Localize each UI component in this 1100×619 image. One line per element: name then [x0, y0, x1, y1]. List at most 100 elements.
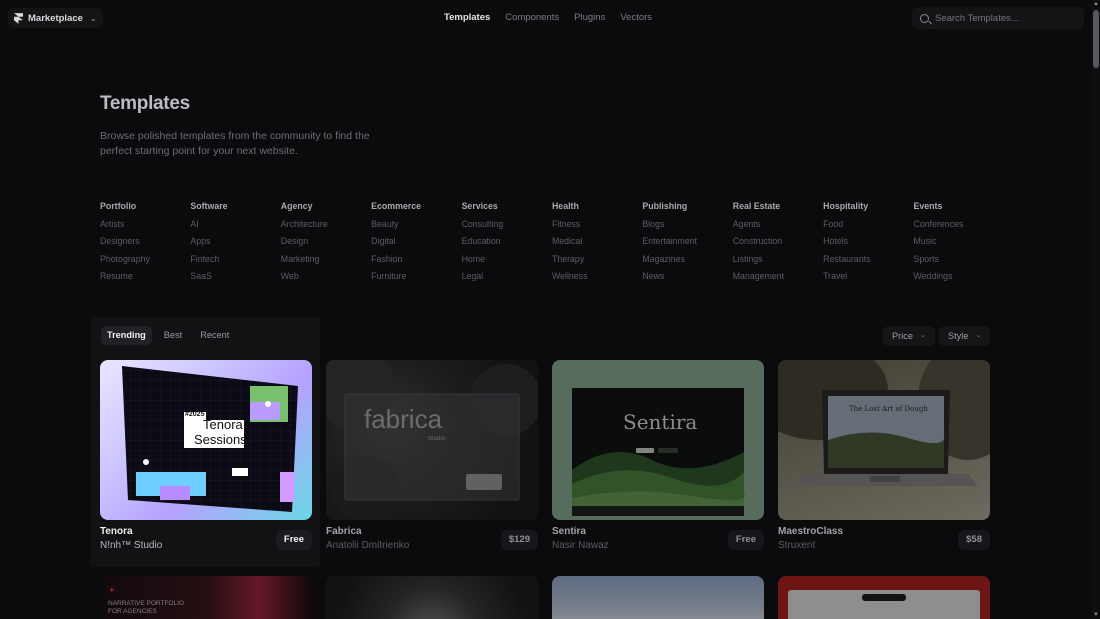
template-meta: Fabrica Anatolii Dmitrienko $129 [326, 526, 538, 564]
page-title: Templates [100, 93, 190, 114]
page-scrollbar[interactable]: ▲ ▼ [1092, 0, 1100, 619]
category-link[interactable]: Furniture [371, 270, 461, 288]
category-heading[interactable]: Real Estate [733, 200, 823, 218]
category-link[interactable]: Weddings [914, 270, 1004, 288]
category-link[interactable]: News [642, 270, 732, 288]
template-thumbnail[interactable]: ✦ NARRATIVE PORTFOLIO FOR AGENCIES [100, 576, 312, 619]
category-link[interactable]: Architecture [281, 218, 371, 236]
category-column: Health Fitness Medical Therapy Wellness [552, 200, 642, 288]
top-bar: Marketplace ⌄ Templates Components Plugi… [0, 0, 1092, 36]
template-thumbnail[interactable] [326, 576, 538, 619]
category-heading[interactable]: Events [914, 200, 1004, 218]
price-dropdown-label: Price [892, 331, 913, 341]
category-heading[interactable]: Health [552, 200, 642, 218]
category-link[interactable]: Blogs [642, 218, 732, 236]
category-link[interactable]: Construction [733, 235, 823, 253]
category-link[interactable]: Legal [462, 270, 552, 288]
search-box[interactable] [912, 7, 1084, 29]
category-column: Portfolio Artists Designers Photography … [100, 200, 190, 288]
template-meta: Sentira Nasir Nawaz Free [552, 526, 764, 564]
price-dropdown[interactable]: Price ⌄ [883, 326, 935, 346]
category-column: Real Estate Agents Construction Listings… [733, 200, 823, 288]
category-heading[interactable]: Ecommerce [371, 200, 461, 218]
category-link[interactable]: Design [281, 235, 371, 253]
category-link[interactable]: Fashion [371, 253, 461, 271]
category-heading[interactable]: Services [462, 200, 552, 218]
category-column: Events Conferences Music Sports Weddings [914, 200, 1004, 288]
template-thumbnail[interactable]: Sentira [552, 360, 764, 520]
template-thumbnail[interactable]: #2025 Tenora Sessions. [100, 360, 312, 520]
category-link[interactable]: Therapy [552, 253, 642, 271]
category-grid: Portfolio Artists Designers Photography … [100, 200, 1004, 288]
tab-trending[interactable]: Trending [101, 326, 152, 345]
category-link[interactable]: Fitness [552, 218, 642, 236]
category-link[interactable]: Education [462, 235, 552, 253]
category-heading[interactable]: Portfolio [100, 200, 190, 218]
category-link[interactable]: Music [914, 235, 1004, 253]
category-heading[interactable]: Hospitality [823, 200, 913, 218]
category-link[interactable]: Sports [914, 253, 1004, 271]
category-link[interactable]: Consulting [462, 218, 552, 236]
sentira-preview-art [572, 388, 745, 516]
category-link[interactable]: Restaurants [823, 253, 913, 271]
category-link[interactable]: Artists [100, 218, 190, 236]
tab-recent[interactable]: Recent [194, 326, 235, 345]
category-heading[interactable]: Software [190, 200, 280, 218]
category-heading[interactable]: Publishing [642, 200, 732, 218]
nav-components[interactable]: Components [505, 12, 559, 23]
category-column: Software AI Apps Fintech SaaS [190, 200, 280, 288]
category-link[interactable]: Food [823, 218, 913, 236]
preview-headline: Sessions. [194, 432, 251, 447]
category-link[interactable]: Travel [823, 270, 913, 288]
template-card[interactable]: The Lost Art of Dough MaestroClass Strux… [778, 360, 990, 564]
brand-mark-icon: ✦ [108, 585, 116, 595]
category-link[interactable]: Designers [100, 235, 190, 253]
category-link[interactable]: Magazines [642, 253, 732, 271]
template-thumbnail[interactable]: The Lost Art of Dough [778, 360, 990, 520]
search-input[interactable] [935, 12, 1075, 24]
category-link[interactable]: Fintech [190, 253, 280, 271]
scroll-down-icon[interactable]: ▼ [1093, 612, 1099, 618]
framer-logo-icon [14, 12, 23, 24]
template-thumbnail[interactable]: fabrica Studio [326, 360, 538, 520]
scroll-up-icon[interactable]: ▲ [1093, 1, 1099, 7]
category-link[interactable]: Marketing [281, 253, 371, 271]
template-thumbnail[interactable] [778, 576, 990, 619]
category-link[interactable]: Home [462, 253, 552, 271]
category-link[interactable]: Management [733, 270, 823, 288]
tab-best[interactable]: Best [158, 326, 188, 345]
preview-headline: NARRATIVE PORTFOLIO FOR AGENCIES [108, 600, 184, 615]
scrollbar-thumb[interactable] [1093, 10, 1099, 68]
category-link[interactable]: Photography [100, 253, 190, 271]
nav-plugins[interactable]: Plugins [574, 12, 605, 23]
template-card[interactable]: Sentira Sentira Nasir Nawaz Free [552, 360, 764, 564]
category-link[interactable]: AI [190, 218, 280, 236]
category-link[interactable]: Entertainment [642, 235, 732, 253]
category-link[interactable]: Digital [371, 235, 461, 253]
style-dropdown[interactable]: Style ⌄ [939, 326, 991, 346]
price-badge: $58 [958, 530, 990, 550]
category-link[interactable]: Resume [100, 270, 190, 288]
category-column: Agency Architecture Design Marketing Web [281, 200, 371, 288]
category-link[interactable]: Beauty [371, 218, 461, 236]
category-link[interactable]: Wellness [552, 270, 642, 288]
category-link[interactable]: Web [281, 270, 371, 288]
category-link[interactable]: Hotels [823, 235, 913, 253]
category-link[interactable]: Agents [733, 218, 823, 236]
template-card[interactable]: fabrica Studio Fabrica Anatolii Dmitrien… [326, 360, 538, 564]
category-link[interactable]: Apps [190, 235, 280, 253]
marketplace-menu-button[interactable]: Marketplace ⌄ [8, 8, 103, 28]
category-link[interactable]: SaaS [190, 270, 280, 288]
category-link[interactable]: Listings [733, 253, 823, 271]
template-thumbnail[interactable] [552, 576, 764, 619]
price-badge: Free [275, 530, 312, 550]
nav-vectors[interactable]: Vectors [620, 12, 652, 23]
page-description: Browse polished templates from the commu… [100, 130, 370, 157]
category-heading[interactable]: Agency [281, 200, 371, 218]
category-link[interactable]: Conferences [914, 218, 1004, 236]
category-link[interactable]: Medical [552, 235, 642, 253]
nav-templates[interactable]: Templates [444, 12, 490, 23]
preview-wordmark: Sentira [623, 410, 698, 434]
template-card[interactable]: #2025 Tenora Sessions. Tenora N!nh™ Stud… [100, 360, 312, 564]
sort-tabs: Trending Best Recent [101, 326, 235, 345]
